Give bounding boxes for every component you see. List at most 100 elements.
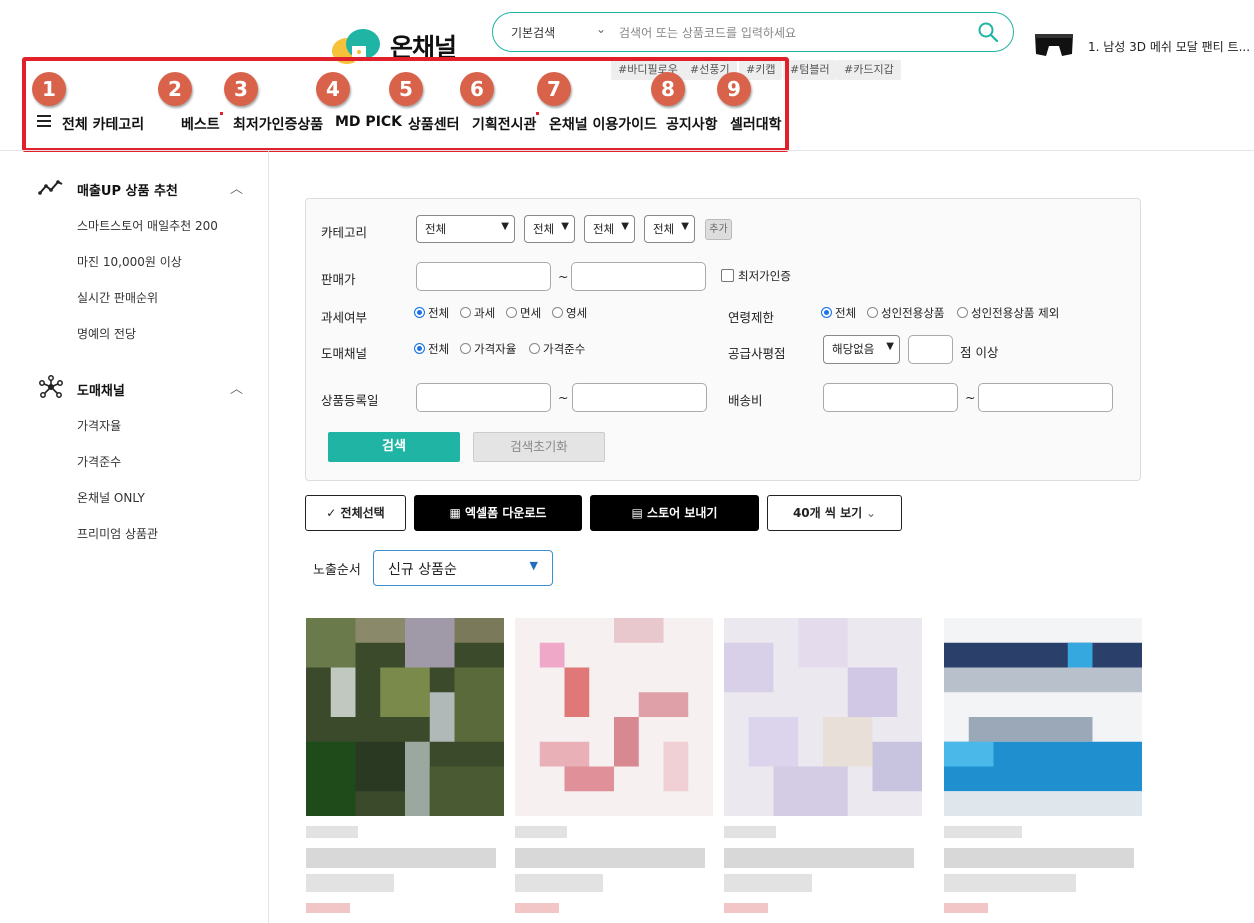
channel-label: 도매채널 (321, 346, 368, 361)
shipping-min-input[interactable] (823, 383, 958, 412)
tilde: ~ (558, 390, 569, 405)
nav-seller-university[interactable]: 셀러대학 (730, 114, 782, 134)
sidebar-item[interactable]: 마진 10,000원 이상 (77, 253, 182, 270)
sidebar-item[interactable]: 가격자율 (77, 417, 121, 434)
sidebar-item[interactable]: 스마트스토어 매일추천 200 (77, 217, 218, 234)
age-radio-all[interactable]: 전체 (821, 305, 856, 321)
sidebar-divider (268, 151, 269, 923)
lowest-price-checkbox[interactable]: 최저가인증 (721, 268, 791, 284)
product-blurred-price (306, 903, 350, 913)
product-blurred-text (306, 826, 358, 838)
channel-radio-free[interactable]: 가격자율 (460, 341, 516, 357)
send-store-button[interactable]: ▤ 스토어 보내기 (590, 495, 759, 531)
product-image[interactable] (944, 618, 1142, 816)
channel-radio-fixed[interactable]: 가격준수 (529, 341, 585, 357)
ranking-text[interactable]: 1. 남성 3D 메쉬 모달 팬티 트... (1088, 38, 1250, 55)
product-image[interactable] (515, 618, 713, 816)
radio-icon[interactable] (506, 307, 517, 318)
radio-selected-icon[interactable] (414, 307, 425, 318)
date-start-input[interactable] (416, 383, 551, 412)
chevron-down-icon: ▼ (561, 221, 569, 232)
trend-icon (38, 180, 63, 195)
category-select[interactable]: 전체 ▼ (584, 215, 635, 243)
radio-icon[interactable] (460, 343, 471, 354)
price-min-input[interactable] (416, 262, 551, 291)
sidebar-item[interactable]: 가격준수 (77, 453, 121, 470)
tax-radio-exempt[interactable]: 면세 (506, 305, 541, 321)
category-select[interactable]: 전체 ▼ (524, 215, 575, 243)
product-blurred-text (724, 874, 812, 892)
radio-icon[interactable] (867, 307, 878, 318)
sidebar-section-title[interactable]: 매출UP 상품 추천 (77, 180, 178, 199)
shipping-max-input[interactable] (978, 383, 1113, 412)
sidebar-section-title[interactable]: 도매채널 (77, 380, 125, 399)
product-blurred-price (944, 903, 988, 913)
number-badge: 1 (32, 72, 66, 106)
reset-button[interactable]: 검색초기화 (473, 432, 605, 462)
sidebar-item[interactable]: 온채널 ONLY (77, 489, 145, 506)
sort-select[interactable]: 신규 상품순 ▼ (373, 550, 553, 586)
category-select[interactable]: 전체 ▼ (416, 215, 515, 243)
rating-input[interactable] (908, 335, 953, 364)
radio-selected-icon[interactable] (414, 343, 425, 354)
radio-icon[interactable] (957, 307, 968, 318)
product-blurred-price (515, 903, 559, 913)
chevron-down-icon: ⌄ (596, 22, 607, 36)
radio-selected-icon[interactable] (821, 307, 832, 318)
search-bar[interactable]: 기본검색 ⌄ 검색어 또는 상품코드를 입력하세요 (492, 12, 1014, 52)
price-max-input[interactable] (571, 262, 706, 291)
age-radio-exclude-adult[interactable]: 성인전용상품 제외 (957, 305, 1059, 321)
dropdown-arrow-icon: ▼ (529, 559, 538, 572)
menu-icon[interactable] (37, 115, 51, 127)
nav-guide[interactable]: 온채널 이용가이드 (549, 114, 657, 134)
chevron-down-icon: ⌄ (862, 506, 877, 520)
product-blurred-text (306, 848, 496, 868)
new-dot (536, 112, 539, 115)
product-image[interactable] (306, 618, 504, 816)
number-badge: 5 (389, 72, 423, 106)
tax-radio-taxable[interactable]: 과세 (460, 305, 495, 321)
rating-label: 공급사평점 (728, 346, 786, 361)
sidebar-item[interactable]: 명예의 전당 (77, 325, 136, 342)
date-end-input[interactable] (572, 383, 707, 412)
select-all-button[interactable]: ✓ 전체선택 (305, 495, 406, 531)
per-page-button[interactable]: 40개 씩 보기 ⌄ (767, 495, 902, 531)
search-icon[interactable] (977, 21, 999, 43)
product-blurred-text (944, 826, 1022, 838)
search-input[interactable]: 검색어 또는 상품코드를 입력하세요 (619, 24, 796, 41)
product-blurred-text (724, 848, 914, 868)
nav-md-pick[interactable]: MD PICK (335, 114, 402, 130)
excel-download-button[interactable]: ▦ 엑셀폼 다운로드 (414, 495, 582, 531)
nav-notice[interactable]: 공지사항 (666, 114, 718, 134)
channel-radio-all[interactable]: 전체 (414, 341, 449, 357)
add-category-button[interactable]: 추가 (705, 219, 732, 240)
nav-lowest-price[interactable]: 최저가인증상품 (233, 114, 323, 134)
sidebar-item[interactable]: 실시간 판매순위 (77, 289, 158, 306)
tax-radio-all[interactable]: 전체 (414, 305, 449, 321)
age-radio-adult[interactable]: 성인전용상품 (867, 305, 944, 321)
checkbox-icon[interactable] (721, 269, 734, 282)
nav-exhibition[interactable]: 기획전시관 (472, 114, 536, 134)
search-scope-select[interactable]: 기본검색 (511, 24, 555, 41)
tax-radio-zero[interactable]: 영세 (552, 305, 587, 321)
category-select[interactable]: 전체 ▼ (644, 215, 695, 243)
search-tag[interactable]: #텀블러 (783, 60, 837, 80)
ranking-product-thumbnail[interactable] (1032, 26, 1076, 66)
nav-product-center[interactable]: 상품센터 (408, 114, 460, 134)
product-image[interactable] (724, 618, 922, 816)
chevron-up-icon[interactable]: ︿ (230, 378, 243, 397)
nav-all-category[interactable]: 전체 카테고리 (62, 114, 144, 134)
chevron-up-icon[interactable]: ︿ (230, 178, 243, 197)
radio-icon[interactable] (552, 307, 563, 318)
sidebar-item[interactable]: 프리미엄 상품관 (77, 525, 158, 542)
check-icon: ✓ (326, 506, 341, 520)
header-divider (0, 150, 1254, 151)
product-blurred-price (724, 903, 768, 913)
nav-best[interactable]: 베스트 (181, 114, 220, 134)
search-tag[interactable]: #카드지갑 (837, 60, 901, 80)
search-button[interactable]: 검색 (328, 432, 460, 462)
shipping-label: 배송비 (728, 393, 763, 408)
radio-icon[interactable] (460, 307, 471, 318)
rating-select[interactable]: 해당없음 ▼ (823, 335, 900, 364)
radio-icon[interactable] (529, 343, 540, 354)
